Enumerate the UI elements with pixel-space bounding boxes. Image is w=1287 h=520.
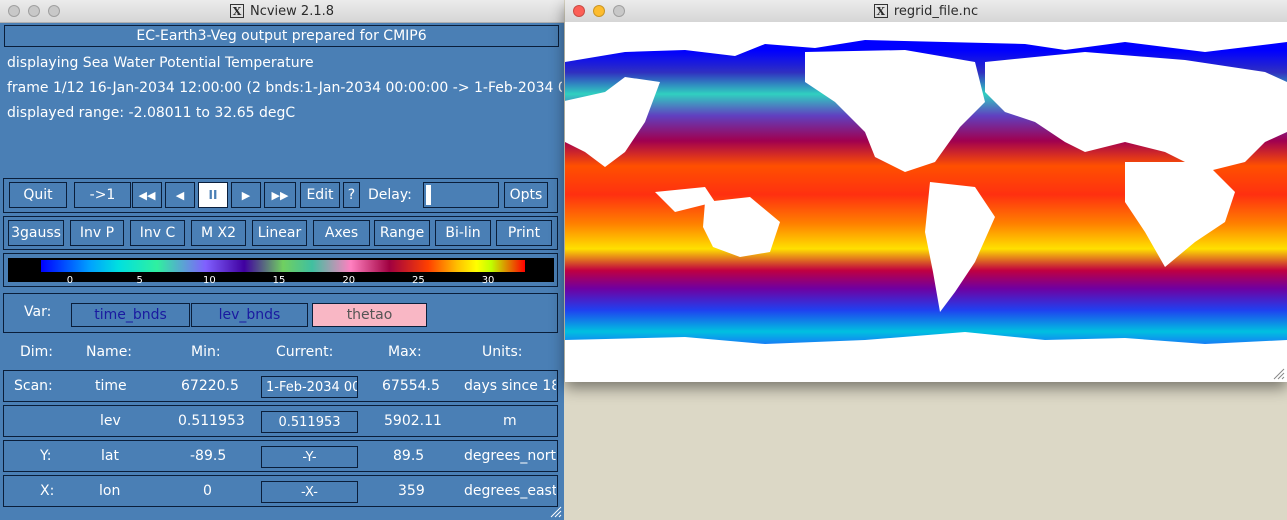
x11-icon: X [873, 4, 888, 18]
dim-min: 0.511953 [178, 413, 245, 429]
rewind-button[interactable]: ◀◀ [132, 182, 162, 208]
colorbar[interactable]: 0 5 10 15 20 25 30 [8, 258, 554, 286]
map-window: X regrid_file.nc [565, 0, 1287, 382]
goto-first-button[interactable]: ->1 [74, 182, 131, 208]
var-time-bnds-button[interactable]: time_bnds [71, 303, 190, 327]
dim-min: 67220.5 [181, 378, 239, 394]
dataset-header: EC-Earth3-Veg output prepared for CMIP6 [4, 25, 559, 47]
dim-units: degrees_nort [464, 448, 556, 464]
step-forward-button[interactable]: ▶ [231, 182, 261, 208]
dim-units: days since 18 [464, 378, 556, 394]
colorbar-tick-label: 5 [136, 275, 143, 286]
fast-forward-button[interactable]: ▶▶ [264, 182, 296, 208]
options-button[interactable]: Opts [504, 182, 548, 208]
smoothing-button[interactable]: 3gauss [8, 220, 64, 246]
dim-role: Y: [40, 448, 52, 464]
dim-current-lon[interactable]: -X- [261, 481, 358, 503]
dim-max: 89.5 [393, 448, 425, 464]
dim-name: lat [101, 448, 119, 464]
variable-description: displaying Sea Water Potential Temperatu… [7, 55, 314, 71]
name-header: Name: [86, 344, 133, 360]
quit-button[interactable]: Quit [9, 182, 67, 208]
minimize-window-button[interactable] [28, 5, 40, 17]
colorbar-tick-label: 10 [202, 275, 216, 286]
dim-current-time[interactable]: 1-Feb-2034 00 [261, 376, 358, 398]
playback-toolbar: Quit ->1 ◀◀ ◀ II ▶ ▶▶ Edit ? Delay: Opts [3, 178, 558, 213]
displayed-range: displayed range: -2.08011 to 32.65 degC [7, 105, 296, 121]
dim-role: X: [40, 483, 55, 499]
help-button[interactable]: ? [343, 182, 360, 208]
dimension-row-lev: lev 0.511953 0.511953 5902.11 m [3, 405, 558, 437]
resize-grip-icon[interactable] [550, 506, 562, 518]
dimension-row-lat: Y: lat -89.5 -Y- 89.5 degrees_nort [3, 440, 558, 472]
zoom-window-button[interactable] [48, 5, 60, 17]
close-window-button[interactable] [573, 5, 585, 17]
colorbar-panel: 0 5 10 15 20 25 30 [3, 253, 558, 287]
map-window-title: regrid_file.nc [893, 3, 979, 19]
variable-selector: Var: time_bnds lev_bnds thetao [3, 293, 558, 333]
dim-name: lev [100, 413, 121, 429]
zoom-window-button[interactable] [613, 5, 625, 17]
dimension-row-time: Scan: time 67220.5 1-Feb-2034 00 67554.5… [3, 370, 558, 402]
map-titlebar[interactable]: X regrid_file.nc [565, 0, 1287, 23]
edit-button[interactable]: Edit [300, 182, 340, 208]
dim-role: Scan: [14, 378, 53, 394]
colorbar-tick-label: 0 [66, 275, 74, 286]
delay-slider[interactable] [423, 182, 499, 208]
dim-max: 67554.5 [382, 378, 440, 394]
invert-color-button[interactable]: Inv C [130, 220, 185, 246]
x11-icon: X [229, 4, 244, 18]
transform-button[interactable]: Linear [252, 220, 307, 246]
colorbar-tick-label: 20 [342, 275, 356, 286]
display-toolbar: 3gauss Inv P Inv C M X2 Linear Axes Rang… [3, 216, 558, 250]
axes-button[interactable]: Axes [313, 220, 370, 246]
ncview-window: X Ncview 2.1.8 EC-Earth3-Veg output prep… [0, 0, 564, 520]
dim-min: -89.5 [190, 448, 227, 464]
current-header: Current: [276, 344, 334, 360]
dim-max: 5902.11 [384, 413, 442, 429]
sst-map[interactable] [565, 22, 1287, 382]
var-thetao-button[interactable]: thetao [312, 303, 427, 327]
max-header: Max: [388, 344, 422, 360]
dim-min: 0 [203, 483, 212, 499]
minimize-window-button[interactable] [593, 5, 605, 17]
colorbar-gradient [41, 260, 525, 272]
units-header: Units: [482, 344, 523, 360]
range-button[interactable]: Range [374, 220, 430, 246]
close-window-button[interactable] [8, 5, 20, 17]
window-title: Ncview 2.1.8 [249, 3, 335, 19]
var-label: Var: [24, 304, 52, 320]
colorbar-tick-label: 25 [412, 275, 425, 286]
colorbar-tick-label: 30 [481, 275, 495, 286]
dim-header: Dim: [20, 344, 54, 360]
dim-current-lev[interactable]: 0.511953 [261, 411, 358, 433]
step-back-button[interactable]: ◀ [165, 182, 195, 208]
dim-name: lon [99, 483, 121, 499]
var-lev-bnds-button[interactable]: lev_bnds [191, 303, 308, 327]
resize-grip-icon[interactable] [1273, 368, 1285, 380]
colorbar-tick-label: 15 [272, 275, 286, 286]
dim-max: 359 [398, 483, 425, 499]
dimension-row-lon: X: lon 0 -X- 359 degrees_east [3, 475, 558, 507]
dim-units: degrees_east [464, 483, 556, 499]
dim-name: time [95, 378, 127, 394]
min-header: Min: [191, 344, 221, 360]
frame-info: frame 1/12 16-Jan-2034 12:00:00 (2 bnds:… [7, 80, 562, 96]
pause-button[interactable]: II [198, 182, 228, 208]
interpolation-button[interactable]: Bi-lin [435, 220, 491, 246]
invert-physical-button[interactable]: Inv P [70, 220, 124, 246]
dim-units: m [503, 413, 517, 429]
ncview-titlebar[interactable]: X Ncview 2.1.8 [0, 0, 564, 23]
dim-current-lat[interactable]: -Y- [261, 446, 358, 468]
magnify-button[interactable]: M X2 [191, 220, 246, 246]
delay-label: Delay: [368, 187, 412, 203]
print-button[interactable]: Print [496, 220, 552, 246]
delay-slider-thumb[interactable] [426, 185, 431, 205]
